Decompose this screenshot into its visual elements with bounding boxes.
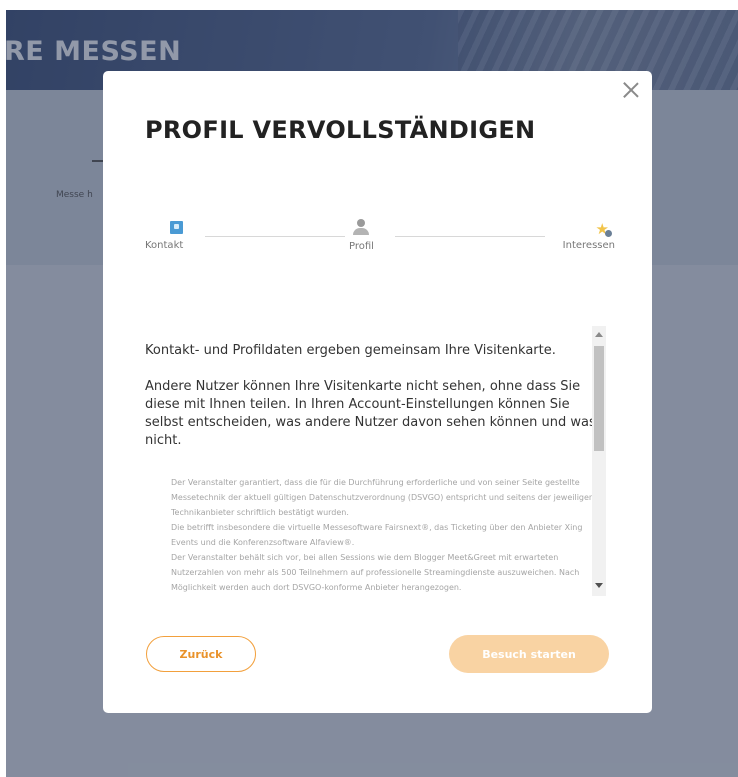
progress-stepper: Kontakt Profil ★ Interessen (145, 219, 615, 259)
intro-text: Kontakt- und Profildaten ergeben gemeins… (145, 343, 556, 358)
legal-paragraph: Der Veranstalter garantiert, dass die fü… (171, 478, 594, 517)
legal-paragraph: Der Veranstalter behält sich vor, bei al… (171, 553, 580, 592)
close-icon[interactable] (620, 79, 642, 101)
profile-completion-dialog: PROFIL VERVOLLSTÄNDIGEN Kontakt Profil ★… (103, 71, 652, 713)
step-interests[interactable]: ★ Interessen (563, 219, 615, 251)
step-connector (205, 236, 345, 237)
legal-paragraph: Die betrifft insbesondere die virtuelle … (171, 523, 583, 547)
legal-notice: Der Veranstalter garantiert, dass die fü… (171, 475, 595, 595)
step-label: Profil (349, 241, 374, 252)
scroll-up-arrow-icon[interactable] (595, 332, 603, 337)
dialog-title: PROFIL VERVOLLSTÄNDIGEN (145, 116, 536, 144)
star-icon: ★ (593, 221, 612, 237)
scrollbar-thumb[interactable] (594, 346, 604, 451)
step-label: Interessen (562, 240, 615, 251)
step-connector (395, 236, 545, 237)
step-contact[interactable]: Kontakt (145, 219, 183, 251)
step-profile[interactable]: Profil (349, 219, 374, 252)
step-label: Kontakt (145, 240, 184, 251)
scrollbar[interactable] (592, 326, 606, 596)
user-icon (352, 219, 370, 235)
info-scroll-area[interactable]: Kontakt- und Profildaten ergeben gemeins… (145, 326, 609, 596)
start-visit-button[interactable]: Besuch starten (449, 635, 609, 673)
info-text: Andere Nutzer können Ihre Visitenkarte n… (145, 379, 596, 448)
contact-card-icon (169, 221, 183, 234)
scroll-down-arrow-icon[interactable] (595, 583, 603, 588)
back-button[interactable]: Zurück (146, 636, 256, 672)
